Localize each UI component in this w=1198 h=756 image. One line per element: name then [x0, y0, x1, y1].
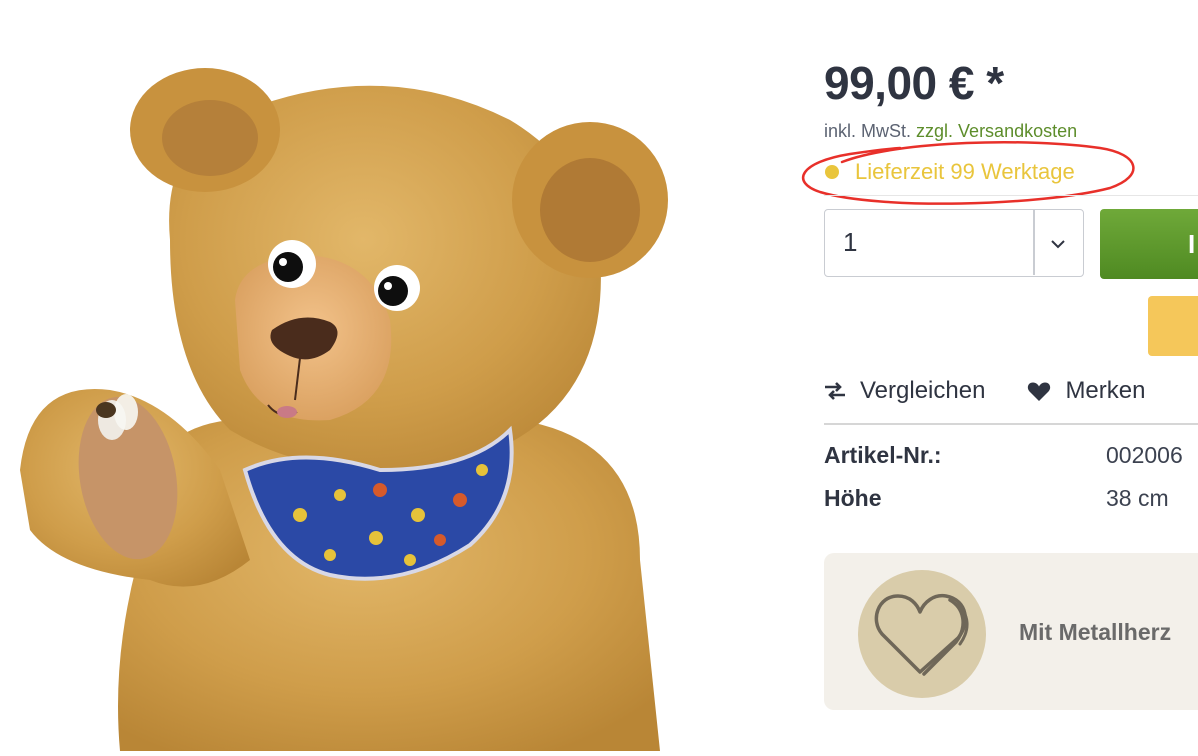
add-to-cart-button[interactable]: I	[1100, 209, 1198, 279]
spec-label: Höhe	[824, 485, 882, 511]
spec-row: Höhe 38 cm	[824, 485, 1198, 528]
feature-icon-circle	[858, 570, 986, 698]
quantity-select[interactable]: 1	[824, 209, 1084, 277]
spec-value: 38 cm	[1106, 485, 1169, 511]
quantity-value: 1	[843, 227, 858, 257]
feature-label: Mit Metallherz	[1019, 619, 1172, 645]
product-actions: Vergleichen Merken	[824, 374, 1145, 408]
compare-link[interactable]: Vergleichen	[824, 377, 985, 405]
product-price: 99,00 € *	[824, 57, 1004, 109]
teddy-bear-image	[20, 68, 668, 751]
heart-icon	[1028, 382, 1051, 401]
compare-arrows-icon	[825, 382, 845, 400]
quantity-separator	[1033, 210, 1035, 275]
spec-value: 002006	[1106, 442, 1183, 468]
spec-row: Artikel-Nr.: 002006	[824, 442, 1198, 485]
divider	[824, 423, 1198, 425]
add-to-cart-label: I	[1188, 229, 1196, 259]
wishlist-label: Merken	[1065, 377, 1146, 404]
delivery-status-dot	[825, 165, 839, 179]
chevron-down-icon[interactable]	[1050, 239, 1066, 249]
feature-badge: Mit Metallherz	[824, 553, 1198, 710]
compare-label: Vergleichen	[860, 377, 986, 404]
delivery-status: Lieferzeit 99 Werktage	[824, 156, 1075, 188]
secondary-action-button[interactable]	[1148, 296, 1198, 356]
buy-box: 99,00 € * inkl. MwSt. zzgl. Versandkoste…	[801, 0, 1198, 751]
spec-label: Artikel-Nr.:	[824, 442, 942, 468]
wishlist-link[interactable]: Merken	[1027, 377, 1145, 405]
product-specs: Artikel-Nr.: 002006 Höhe 38 cm	[824, 442, 1198, 528]
delivery-time-text: Lieferzeit 99 Werktage	[855, 159, 1075, 184]
divider	[824, 195, 1198, 196]
product-image[interactable]	[0, 0, 760, 751]
metal-heart-icon	[874, 593, 969, 676]
